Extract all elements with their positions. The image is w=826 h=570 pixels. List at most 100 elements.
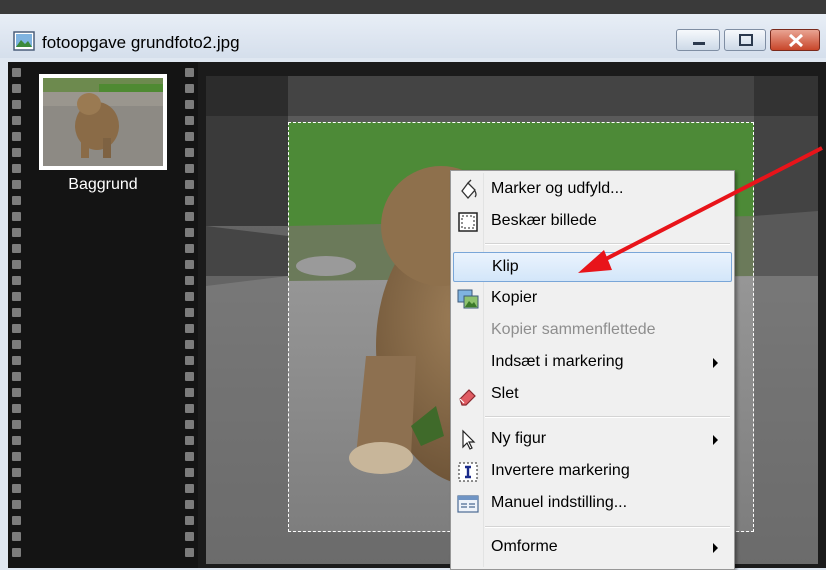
menu-item-ny-figur[interactable]: Ny figur xyxy=(453,425,732,455)
menu-separator xyxy=(485,243,730,245)
film-perforation xyxy=(12,516,21,525)
film-perforation xyxy=(12,228,21,237)
submenu-arrow-icon xyxy=(713,435,718,445)
menu-item-label: Marker og udfyld... xyxy=(491,180,624,197)
menu-item-beskaer-billede[interactable]: Beskær billede xyxy=(453,207,732,237)
layers-filmstrip: Baggrund xyxy=(8,62,198,568)
film-perforation xyxy=(12,372,21,381)
film-perforation xyxy=(12,388,21,397)
film-perforation xyxy=(185,132,194,141)
menu-item-label: Kopier xyxy=(491,289,538,306)
film-perforation xyxy=(185,116,194,125)
film-perforation xyxy=(185,324,194,333)
film-perforation xyxy=(12,340,21,349)
pointer-icon xyxy=(462,429,476,450)
film-perforation xyxy=(12,484,21,493)
film-perforation xyxy=(185,84,194,93)
film-perforation xyxy=(12,324,21,333)
film-perforation xyxy=(185,548,194,557)
film-perforation xyxy=(12,452,21,461)
copy-image-icon xyxy=(457,289,479,309)
film-perforation xyxy=(185,164,194,173)
film-perforation xyxy=(12,308,21,317)
minimize-button[interactable] xyxy=(676,29,720,51)
film-perforation xyxy=(12,196,21,205)
film-perforation xyxy=(185,404,194,413)
film-perforation xyxy=(185,292,194,301)
film-perforation xyxy=(12,436,21,445)
film-perforation xyxy=(185,500,194,509)
film-perforation xyxy=(12,404,21,413)
film-perforation xyxy=(12,468,21,477)
film-perforation xyxy=(12,100,21,109)
film-perforation xyxy=(12,148,21,157)
close-button[interactable] xyxy=(770,29,820,51)
maximize-button[interactable] xyxy=(724,29,766,51)
layer-thumbnail[interactable] xyxy=(39,74,167,170)
crop-icon xyxy=(458,212,478,232)
menu-item-label: Klip xyxy=(492,258,519,275)
menu-item-invertere-markering[interactable]: Invertere markering xyxy=(453,457,732,487)
film-perforation xyxy=(185,388,194,397)
menu-item-label: Kopier sammenflettede xyxy=(491,321,656,338)
submenu-arrow-icon xyxy=(713,543,718,553)
film-perforation xyxy=(185,308,194,317)
submenu-arrow-icon xyxy=(713,358,718,368)
window-settings-icon xyxy=(457,495,479,513)
layer-thumbnail-image xyxy=(43,78,163,166)
menu-separator xyxy=(485,526,730,528)
film-perforation xyxy=(185,212,194,221)
menu-item-omforme[interactable]: Omforme xyxy=(453,533,732,563)
menu-item-klip[interactable]: Klip xyxy=(453,252,732,282)
film-perforation xyxy=(12,276,21,285)
top-edge xyxy=(0,0,826,14)
film-perforation xyxy=(185,468,194,477)
film-perforation xyxy=(185,532,194,541)
menu-item-indsaet-i-markering[interactable]: Indsæt i markering xyxy=(453,348,732,378)
film-perforation xyxy=(12,292,21,301)
close-icon xyxy=(788,33,804,48)
film-perforation xyxy=(12,212,21,221)
image-file-icon xyxy=(13,31,35,51)
film-perforation xyxy=(12,500,21,509)
film-perforation xyxy=(185,340,194,349)
film-perforation xyxy=(12,132,21,141)
film-perforation xyxy=(12,260,21,269)
film-perforation xyxy=(12,164,21,173)
film-perforation xyxy=(12,68,21,77)
film-perforation xyxy=(12,356,21,365)
menu-item-label: Ny figur xyxy=(491,430,547,447)
paint-bucket-icon xyxy=(461,179,477,199)
film-perforation xyxy=(185,260,194,269)
menu-item-manuel-indstilling[interactable]: Manuel indstilling... xyxy=(453,489,732,519)
menu-item-label: Beskær billede xyxy=(491,212,597,229)
menu-item-kopier-sammenflettede: Kopier sammenflettede xyxy=(453,316,732,346)
film-perforation xyxy=(12,532,21,541)
window-title: fotoopgave grundfoto2.jpg xyxy=(42,33,240,52)
film-perforation xyxy=(185,196,194,205)
menu-item-kopier[interactable]: Kopier xyxy=(453,284,732,314)
title-bar[interactable]: fotoopgave grundfoto2.jpg xyxy=(0,14,826,58)
layer-name: Baggrund xyxy=(68,176,138,193)
menu-item-label: Omforme xyxy=(491,538,558,555)
film-perforation xyxy=(185,436,194,445)
film-perforation xyxy=(185,68,194,77)
film-perforation xyxy=(185,452,194,461)
film-perforation xyxy=(185,420,194,429)
maximize-icon xyxy=(739,34,753,46)
context-menu: Marker og udfyld... Beskær billede Klip … xyxy=(450,170,735,570)
film-perforation xyxy=(185,484,194,493)
film-perforation xyxy=(12,420,21,429)
film-perforation xyxy=(185,100,194,109)
menu-item-slet[interactable]: Slet xyxy=(453,380,732,410)
film-perforation xyxy=(185,356,194,365)
menu-item-marker-og-udfyld[interactable]: Marker og udfyld... xyxy=(453,175,732,205)
menu-item-label: Indsæt i markering xyxy=(491,353,624,370)
eraser-icon xyxy=(459,389,476,406)
film-perforation xyxy=(185,228,194,237)
film-perforation xyxy=(12,548,21,557)
film-perforation xyxy=(185,244,194,253)
menu-item-label: Slet xyxy=(491,385,519,402)
film-perforation xyxy=(185,276,194,285)
text-cursor-icon xyxy=(458,462,478,482)
